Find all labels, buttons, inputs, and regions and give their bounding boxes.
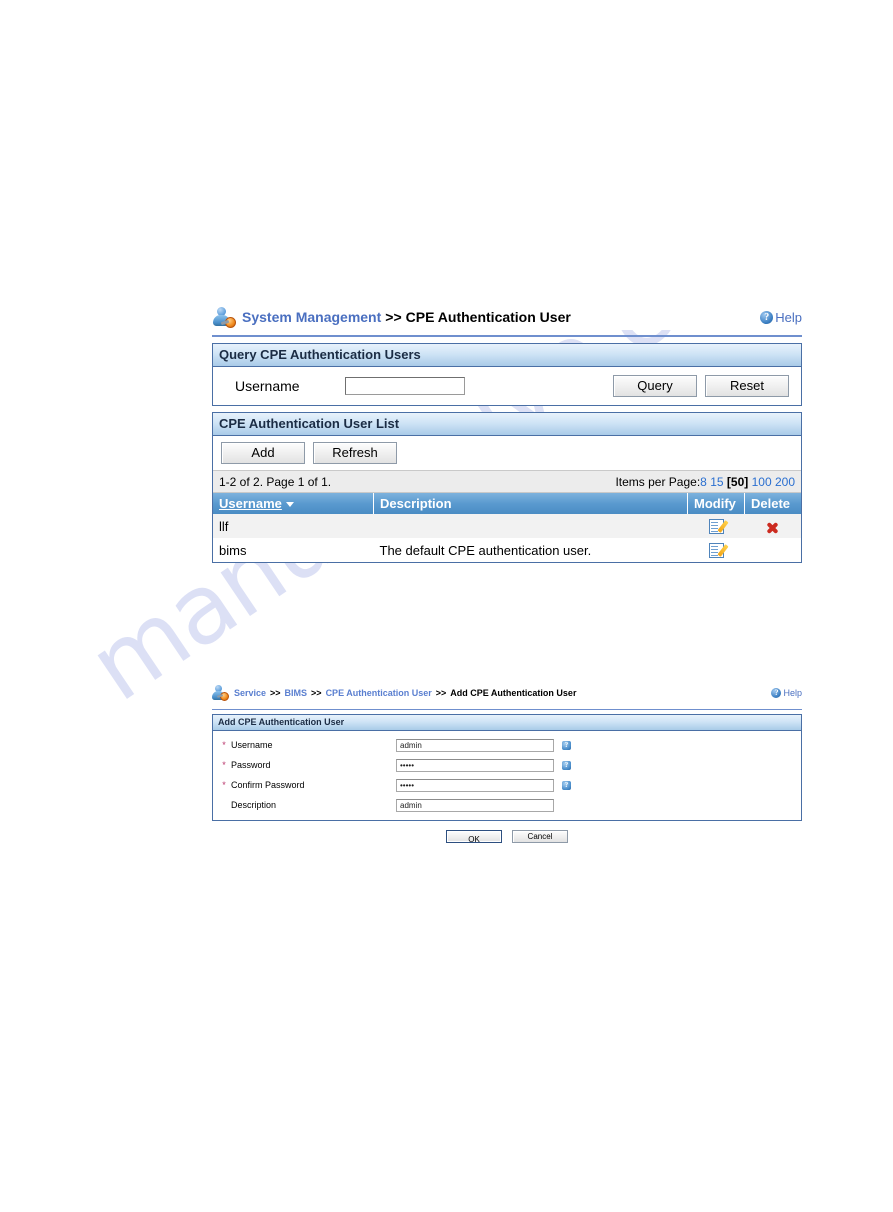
query-row: Username Query Reset — [213, 367, 801, 405]
form-actions: OK Cancel — [212, 821, 802, 844]
column-header-description: Description — [373, 493, 688, 514]
add-button[interactable]: Add — [221, 442, 305, 464]
breadcrumb-separator: >> — [270, 688, 281, 698]
breadcrumb-separator: >> — [435, 688, 447, 698]
field-label-username: Username — [231, 740, 273, 750]
field-label-description: Description — [231, 800, 277, 810]
items-per-page-label: Items per Page: — [615, 474, 701, 489]
description-field[interactable] — [396, 798, 554, 812]
edit-pencil-icon[interactable] — [708, 543, 724, 559]
help-icon: ? — [771, 688, 782, 698]
items-per-page-option-8[interactable]: 8 — [700, 475, 707, 489]
cell-modify[interactable] — [688, 538, 745, 562]
list-panel-body: Add Refresh 1-2 of 2. Page 1 of 1. Items… — [213, 436, 801, 562]
field-label-confirm-password: Confirm Password — [231, 780, 305, 790]
page-title: Add CPE Authentication User — [450, 688, 577, 698]
cell-username: llf — [213, 514, 374, 538]
list-toolbar: Add Refresh — [213, 436, 801, 470]
header-divider — [212, 335, 802, 337]
query-actions: Query Reset — [613, 375, 789, 397]
refresh-button[interactable]: Refresh — [313, 442, 397, 464]
user-admin-icon — [212, 685, 229, 701]
items-per-page: Items per Page:8 15 [50] 100 200 — [615, 475, 795, 489]
breadcrumb: Service >> BIMS >> CPE Authentication Us… — [212, 680, 802, 707]
required-marker: * — [222, 760, 226, 770]
pager-bar: 1-2 of 2. Page 1 of 1. Items per Page:8 … — [213, 470, 801, 493]
items-per-page-selected: [50] — [726, 474, 749, 489]
username-field[interactable] — [396, 738, 554, 752]
column-header-modify: Modify — [687, 493, 745, 514]
form-row-description: Description — [213, 795, 801, 815]
list-panel: CPE Authentication User List Add Refresh… — [212, 412, 802, 563]
cell-username: bims — [219, 542, 247, 558]
breadcrumb-link-bims[interactable]: BIMS — [285, 688, 308, 698]
items-per-page-option-200[interactable]: 200 — [775, 475, 795, 489]
breadcrumb-separator: >> — [311, 688, 322, 698]
header-divider — [212, 709, 802, 710]
required-marker: * — [222, 740, 226, 750]
cancel-button[interactable]: Cancel — [512, 830, 568, 843]
breadcrumb-link-system-management[interactable]: System Management — [242, 309, 381, 325]
add-user-panel: Add CPE Authentication User * Username ?… — [212, 714, 802, 821]
cell-modify[interactable] — [687, 514, 745, 538]
breadcrumb-link-cpe-authentication-user[interactable]: CPE Authentication User — [326, 688, 432, 698]
add-cpe-authentication-user-page: Service >> BIMS >> CPE Authentication Us… — [212, 680, 802, 844]
field-label-password: Password — [231, 760, 271, 770]
help-label: Help — [783, 688, 802, 698]
query-panel-title: Query CPE Authentication Users — [213, 344, 801, 367]
help-tip-icon[interactable]: ? — [562, 760, 571, 770]
query-panel-body: Username Query Reset — [213, 367, 801, 405]
username-label: Username — [235, 378, 300, 394]
confirm-password-field[interactable] — [396, 778, 554, 792]
help-link[interactable]: ? Help — [760, 310, 802, 325]
sort-descending-icon — [285, 502, 294, 508]
required-marker: * — [222, 780, 226, 790]
column-header-delete: Delete — [744, 493, 801, 514]
add-user-panel-title: Add CPE Authentication User — [213, 715, 801, 731]
username-input[interactable] — [345, 377, 465, 395]
help-tip-icon[interactable]: ? — [562, 740, 571, 750]
items-per-page-option-15[interactable]: 15 — [710, 475, 723, 489]
column-header-username[interactable]: Username — [213, 493, 374, 514]
table-row: llf — [213, 514, 801, 538]
help-icon: ? — [760, 310, 774, 324]
reset-button[interactable]: Reset — [705, 375, 789, 397]
cell-delete — [745, 538, 802, 562]
page-title: CPE Authentication User — [405, 309, 571, 325]
breadcrumb: System Management >> CPE Authentication … — [212, 303, 802, 332]
form-row-password: * Password ? — [213, 755, 801, 775]
table-row: bims The default CPE authentication user… — [213, 538, 801, 562]
pager-info: 1-2 of 2. Page 1 of 1. — [219, 474, 332, 489]
list-panel-title: CPE Authentication User List — [213, 413, 801, 436]
cpe-authentication-user-page: System Management >> CPE Authentication … — [212, 303, 802, 563]
delete-x-icon[interactable] — [766, 521, 779, 534]
cell-description — [373, 514, 688, 538]
cell-delete[interactable] — [744, 514, 801, 538]
query-panel: Query CPE Authentication Users Username … — [212, 343, 802, 406]
table-header-row: Username Description Modify Delete — [213, 493, 801, 514]
breadcrumb-link-service[interactable]: Service — [234, 688, 266, 698]
add-user-form: * Username ? * Password ? * Confirm Pass… — [213, 735, 801, 820]
user-admin-icon — [212, 306, 236, 328]
edit-pencil-icon[interactable] — [708, 519, 724, 535]
query-button[interactable]: Query — [613, 375, 697, 397]
help-label: Help — [775, 309, 802, 325]
cpe-user-table: Username Description Modify Delete llf b… — [213, 493, 801, 562]
help-tip-icon[interactable]: ? — [562, 780, 571, 790]
ok-button[interactable]: OK — [446, 830, 502, 844]
form-row-username: * Username ? — [213, 735, 801, 755]
breadcrumb-separator: >> — [385, 309, 402, 325]
help-link[interactable]: ? Help — [771, 688, 802, 698]
password-field[interactable] — [396, 758, 554, 772]
cell-description: The default CPE authentication user. — [379, 542, 592, 558]
items-per-page-option-100[interactable]: 100 — [752, 475, 772, 489]
form-row-confirm-password: * Confirm Password ? — [213, 775, 801, 795]
